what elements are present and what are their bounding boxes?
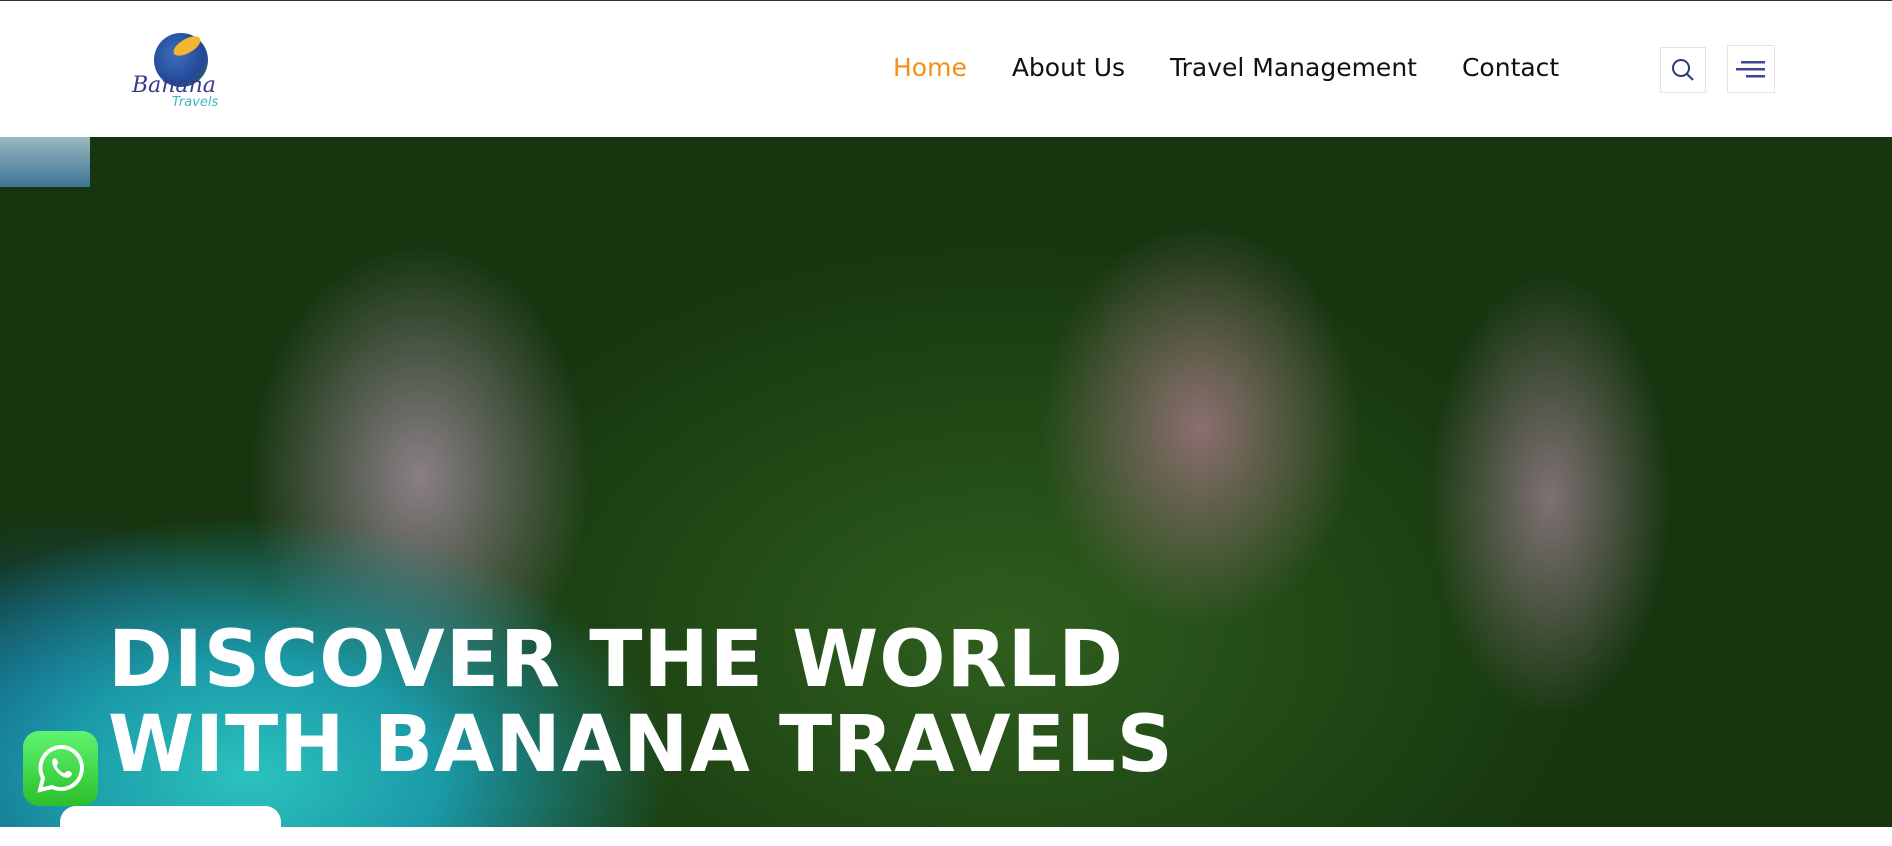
logo-tagline: Travels <box>172 95 219 110</box>
whatsapp-button[interactable] <box>23 731 98 806</box>
search-icon <box>1672 59 1694 81</box>
site-header: Banana Travels Home About Us Travel Mana… <box>0 1 1892 137</box>
nav-about-us[interactable]: About Us <box>1012 53 1125 82</box>
menu-button[interactable] <box>1727 45 1775 93</box>
nav-home[interactable]: Home <box>893 53 967 82</box>
main-nav: Home About Us Travel Management Contact <box>893 53 1559 82</box>
hero-headline-line2: WITH BANANA TRAVELS <box>108 700 1174 790</box>
hero-sky <box>0 137 90 187</box>
hero-cta-button[interactable] <box>60 806 281 846</box>
nav-contact[interactable]: Contact <box>1462 53 1559 82</box>
menu-icon <box>1736 61 1765 78</box>
search-button[interactable] <box>1660 47 1706 93</box>
whatsapp-icon <box>36 744 84 793</box>
hero-headline: DISCOVER THE WORLD WITH BANANA TRAVELS <box>108 618 1174 788</box>
hero-headline-line1: DISCOVER THE WORLD <box>108 615 1125 705</box>
logo[interactable]: Banana Travels <box>128 31 220 111</box>
nav-travel-management[interactable]: Travel Management <box>1170 53 1417 82</box>
